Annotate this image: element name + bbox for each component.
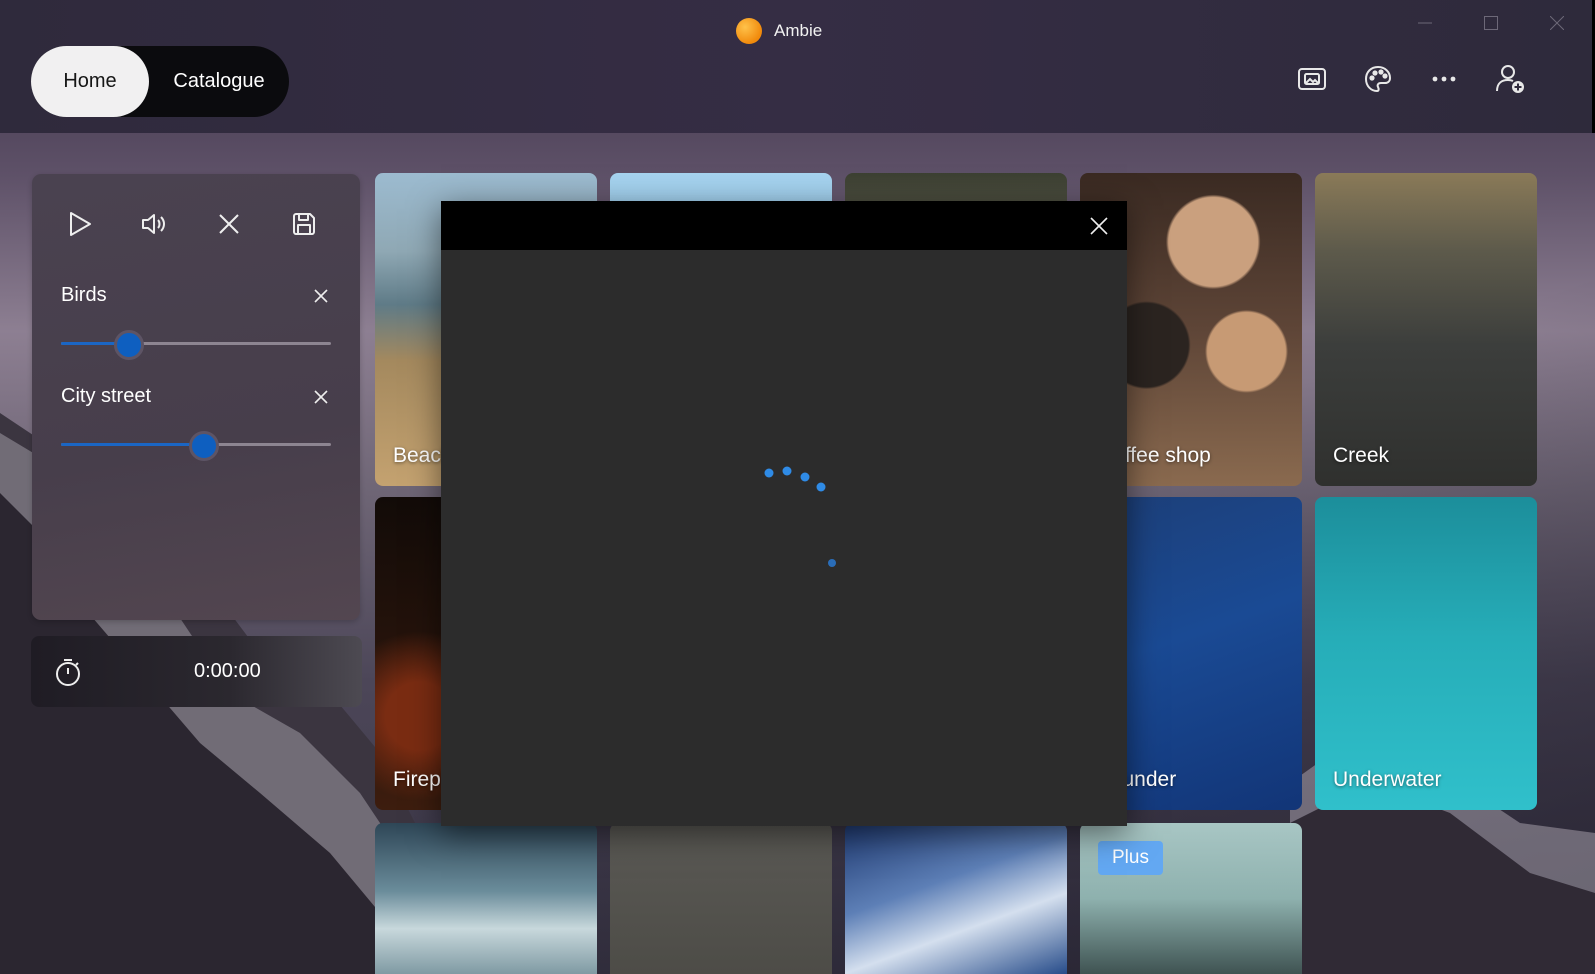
more-button[interactable] (1427, 62, 1461, 96)
more-icon (1432, 76, 1456, 82)
sound-name: City street (61, 385, 152, 407)
clear-all-button[interactable] (209, 204, 249, 244)
theme-button[interactable] (1361, 62, 1395, 96)
window-controls (1405, 8, 1577, 38)
volume-slider[interactable] (61, 330, 331, 360)
spinner-dot (828, 559, 836, 567)
slider-thumb[interactable] (189, 431, 220, 461)
app-logo-icon (736, 18, 762, 44)
account-add-icon (1496, 65, 1524, 93)
timer-value: 0:00:00 (194, 660, 261, 682)
spinner-dot (800, 472, 810, 482)
play-icon (70, 212, 91, 236)
top-actions (1295, 62, 1527, 96)
spinner-dot (782, 466, 792, 476)
player-controls (32, 174, 360, 244)
tab-home[interactable]: Home (31, 46, 149, 117)
spinner-dot (816, 482, 826, 492)
timer-icon (56, 659, 80, 686)
picture-button[interactable] (1295, 62, 1329, 96)
sound-tile[interactable] (375, 823, 597, 974)
nav-tabs: Home Catalogue (31, 46, 289, 117)
account-button[interactable] (1493, 62, 1527, 96)
loading-spinner-icon (764, 466, 836, 567)
sound-tile[interactable]: Underwater (1315, 497, 1537, 810)
volume-slider[interactable] (61, 431, 331, 461)
active-sounds-panel: Birds City street (32, 174, 360, 620)
minimize-button[interactable] (1405, 8, 1445, 38)
app-title: Ambie (736, 18, 822, 44)
timer-panel[interactable]: 0:00:00 (31, 636, 362, 707)
slider-fill (61, 443, 205, 446)
volume-icon (141, 214, 165, 234)
tab-catalogue[interactable]: Catalogue (149, 46, 289, 117)
volume-button[interactable] (135, 204, 175, 244)
plus-badge: Plus (1098, 841, 1163, 875)
save-button[interactable] (284, 204, 324, 244)
close-icon (314, 390, 328, 404)
loading-dialog (441, 201, 1127, 826)
sound-tile[interactable]: Plus (1080, 823, 1302, 974)
close-icon (314, 289, 328, 303)
picture-icon (1298, 68, 1326, 90)
remove-sound-button[interactable] (311, 387, 331, 407)
sound-tile[interactable] (845, 823, 1067, 974)
sound-item-city-street: City street (61, 385, 331, 461)
palette-icon (1364, 65, 1392, 93)
sound-tile[interactable] (610, 823, 832, 974)
close-icon (219, 214, 240, 234)
title-bar: Ambie Home Catalogue (0, 0, 1595, 133)
tile-label: Creek (1333, 444, 1390, 467)
window-close-button[interactable] (1537, 8, 1577, 38)
play-button[interactable] (60, 204, 100, 244)
maximize-button[interactable] (1471, 8, 1511, 38)
sound-tile[interactable]: Creek (1315, 173, 1537, 486)
slider-thumb[interactable] (113, 330, 144, 360)
save-icon (292, 213, 315, 235)
sound-item-birds: Birds (61, 284, 331, 360)
spinner-dot (764, 468, 774, 478)
sound-name: Birds (61, 284, 107, 306)
tile-label: Underwater (1333, 768, 1442, 791)
app-title-text: Ambie (774, 21, 823, 40)
remove-sound-button[interactable] (311, 286, 331, 306)
